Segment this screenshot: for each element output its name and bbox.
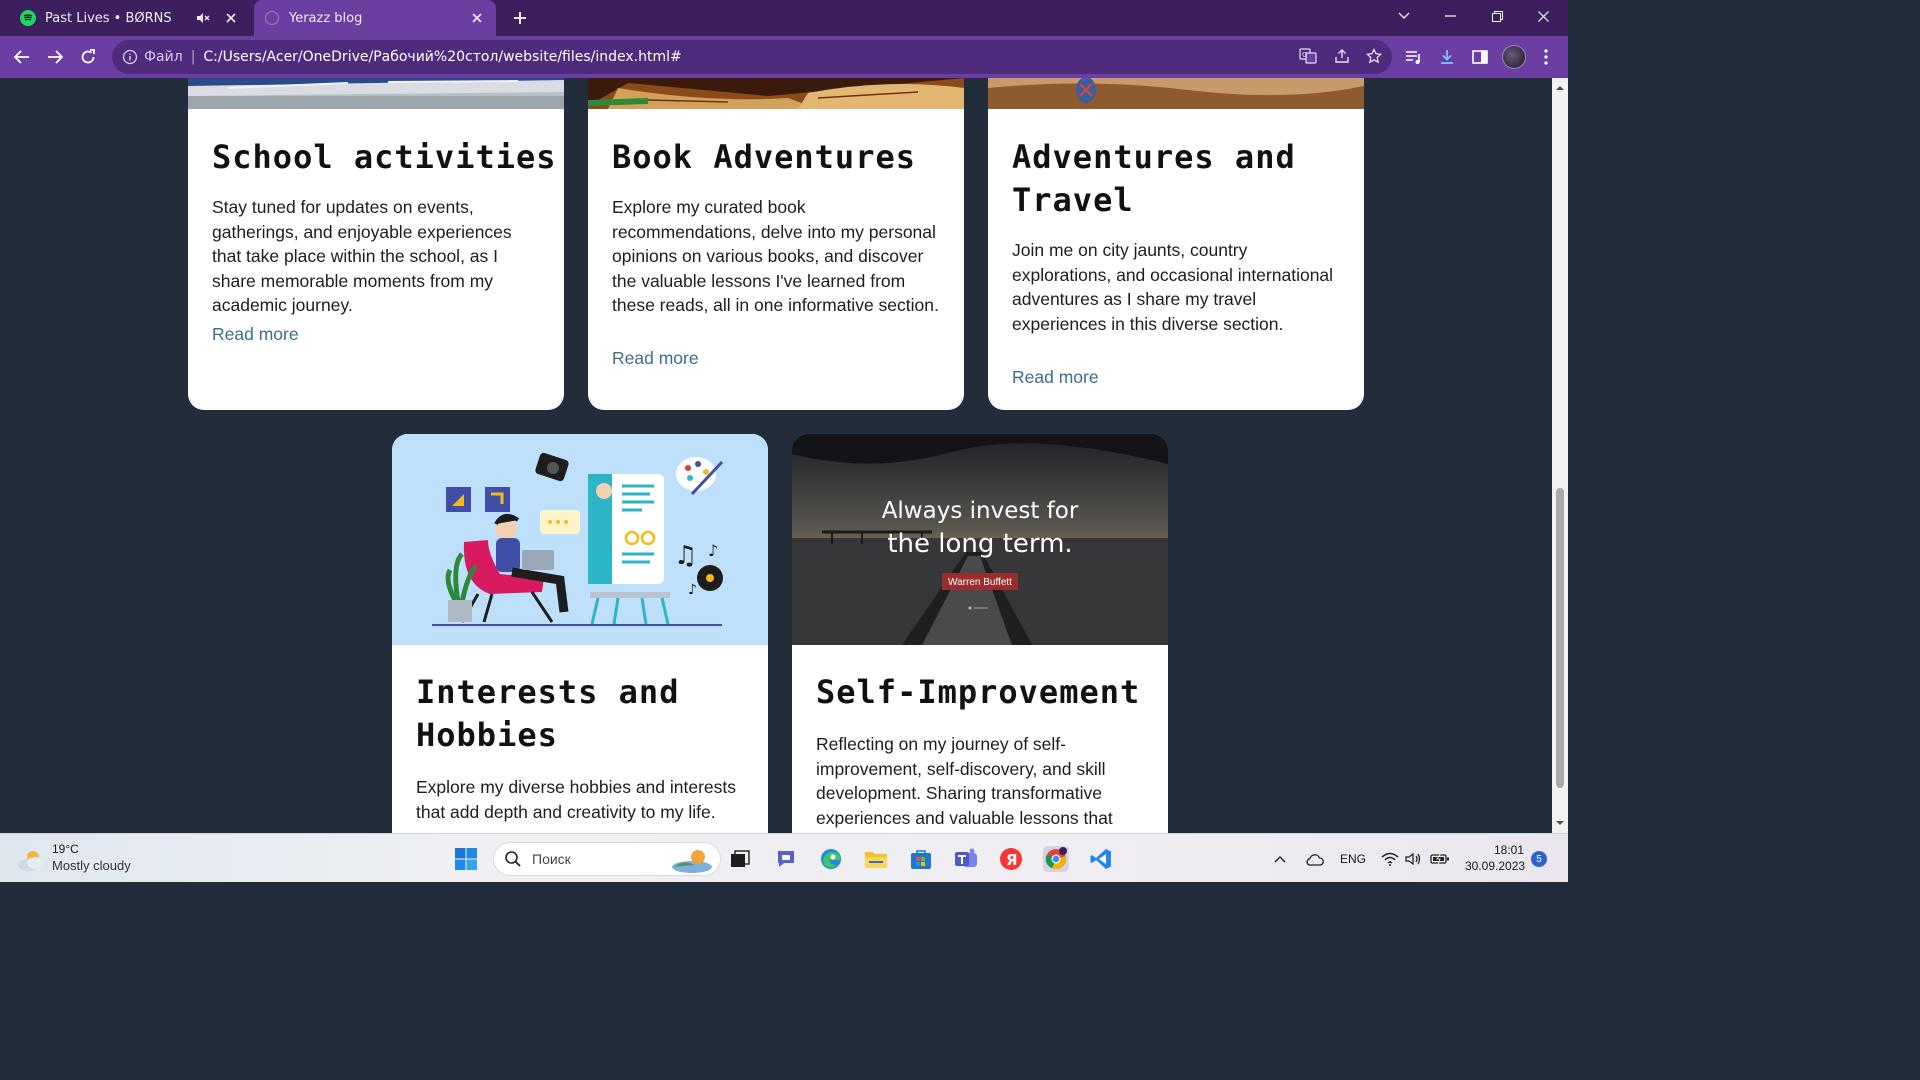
vscode-icon[interactable] [1088, 846, 1114, 872]
notification-badge[interactable]: 5 [1531, 851, 1547, 867]
onedrive-icon[interactable] [1301, 846, 1327, 872]
close-tab-icon[interactable] [468, 9, 486, 27]
card-title: Self-Improvement [816, 673, 1141, 711]
restore-icon[interactable] [1474, 0, 1520, 32]
tab-strip: Past Lives • BØRNS Yerazz blog [0, 0, 1568, 36]
tab-yerazz-blog[interactable]: Yerazz blog [254, 0, 496, 36]
chrome-icon[interactable] [1043, 846, 1069, 872]
task-view-icon[interactable] [727, 846, 753, 872]
show-hidden-icons-icon[interactable] [1268, 846, 1292, 872]
search-placeholder: Поиск [532, 851, 571, 867]
card-description: Join me on city jaunts, country explorat… [1012, 240, 1334, 334]
teams-icon[interactable] [953, 846, 979, 872]
search-icon [505, 851, 521, 867]
reload-icon[interactable] [76, 45, 100, 69]
volume-icon[interactable] [1400, 846, 1426, 872]
card-title: School activities [212, 138, 557, 176]
scroll-down-icon[interactable] [1556, 819, 1564, 827]
weather-widget[interactable]: 19°C Mostly cloudy [16, 840, 176, 878]
scroll-up-icon[interactable] [1556, 84, 1564, 92]
tab-title: Past Lives • BØRNS [45, 10, 172, 26]
search-highlight-icon [672, 850, 712, 873]
windows-start-icon[interactable] [454, 847, 478, 871]
forward-icon[interactable] [43, 45, 67, 69]
scrollbar-thumb[interactable] [1556, 488, 1564, 788]
tab-spotify[interactable]: Past Lives • BØRNS [10, 0, 250, 36]
globe-icon [264, 10, 280, 26]
card-description: Stay tuned for updates on events, gather… [212, 197, 512, 315]
download-icon[interactable] [1435, 45, 1459, 69]
quote-line-1: Always invest for [882, 498, 1079, 524]
new-tab-button[interactable] [508, 6, 532, 30]
read-more-link[interactable]: Read more [1012, 367, 1099, 388]
menu-kebab-icon[interactable] [1534, 45, 1558, 69]
taskbar-search[interactable]: Поиск [493, 842, 721, 876]
page-viewport: School activities Stay tuned for updates… [0, 78, 1552, 833]
chat-icon[interactable] [773, 846, 799, 872]
card-image [588, 78, 964, 109]
yandex-browser-icon[interactable]: Я [998, 846, 1024, 872]
profile-avatar[interactable] [1502, 45, 1526, 69]
quote-line-2: the long term. [887, 529, 1072, 559]
card-adventures-travel: Adventures and Travel Join me on city ja… [988, 78, 1364, 410]
page-scrollbar[interactable] [1552, 78, 1568, 833]
read-more-link[interactable]: Read more [612, 348, 699, 369]
card-title: Book Adventures [612, 138, 916, 176]
svg-text:♫: ♫ [674, 541, 697, 571]
card-book-adventures: Book Adventures Explore my curated book … [588, 78, 964, 410]
card-school-activities: School activities Stay tuned for updates… [188, 78, 564, 410]
quote-author: Warren Buffett [948, 577, 1012, 588]
address-bar[interactable]: Файл | C:/Users/Acer/OneDrive/Рабочий%20… [112, 40, 1392, 74]
card-title: Interests and Hobbies [416, 673, 680, 754]
bookmark-star-icon[interactable] [1363, 45, 1385, 67]
weather-description: Mostly cloudy [52, 858, 131, 873]
translate-icon[interactable]: G [1297, 45, 1319, 67]
battery-icon[interactable] [1427, 846, 1453, 872]
tab-title: Yerazz blog [289, 10, 363, 26]
language-indicator[interactable]: ENG [1340, 852, 1366, 866]
side-panel-icon[interactable] [1468, 45, 1492, 69]
card-self-improvement: Always invest for the long term. Warren … [792, 434, 1168, 833]
cloudy-weather-icon [18, 851, 43, 871]
url-text[interactable]: C:/Users/Acer/OneDrive/Рабочий%20стол/we… [203, 49, 681, 65]
hobbies-illustration: ♫ ♪ ♪ [392, 434, 768, 645]
info-icon[interactable] [122, 49, 138, 65]
back-icon[interactable] [10, 45, 34, 69]
card-image [188, 78, 564, 109]
file-explorer-icon[interactable] [863, 846, 889, 872]
svg-text:♪: ♪ [688, 582, 697, 598]
clock-date[interactable]: 30.09.2023 [1465, 859, 1525, 873]
svg-text:Я: Я [1006, 851, 1018, 869]
edge-browser-icon[interactable] [818, 846, 844, 872]
spotify-icon [20, 10, 36, 26]
card-interests-hobbies: ♫ ♪ ♪ Interests and Hobbies Explore my d… [392, 434, 768, 833]
svg-text:♪: ♪ [708, 541, 718, 560]
scheme-label: Файл [144, 49, 183, 65]
speaker-muted-icon[interactable] [194, 9, 212, 27]
read-more-link[interactable]: Read more [212, 324, 299, 345]
scheme-divider: | [190, 49, 196, 65]
card-description: Explore my diverse hobbies and interests… [416, 777, 737, 822]
minimize-icon[interactable] [1427, 0, 1473, 32]
card-title: Adventures and Travel [1012, 138, 1296, 219]
browser-toolbar: Файл | C:/Users/Acer/OneDrive/Рабочий%20… [0, 36, 1568, 78]
microsoft-store-icon[interactable] [908, 846, 934, 872]
tab-search-icon[interactable] [1381, 0, 1427, 32]
svg-text:G: G [1302, 51, 1307, 59]
card-image [988, 78, 1364, 109]
close-tab-icon[interactable] [222, 9, 240, 27]
windows-taskbar: 19°C Mostly cloudy Поиск Я ENG 18:01 30.… [0, 833, 1568, 882]
share-icon[interactable] [1331, 45, 1353, 67]
clock-time[interactable]: 18:01 [1494, 843, 1524, 857]
weather-temperature: 19°C [52, 842, 79, 856]
card-description: Explore my curated book recommendations,… [612, 197, 939, 315]
card-description: Reflecting on my journey of self-improve… [816, 734, 1113, 828]
quote-image: Always invest for the long term. Warren … [792, 434, 1168, 645]
close-window-icon[interactable] [1520, 0, 1566, 32]
media-queue-icon[interactable] [1402, 45, 1426, 69]
